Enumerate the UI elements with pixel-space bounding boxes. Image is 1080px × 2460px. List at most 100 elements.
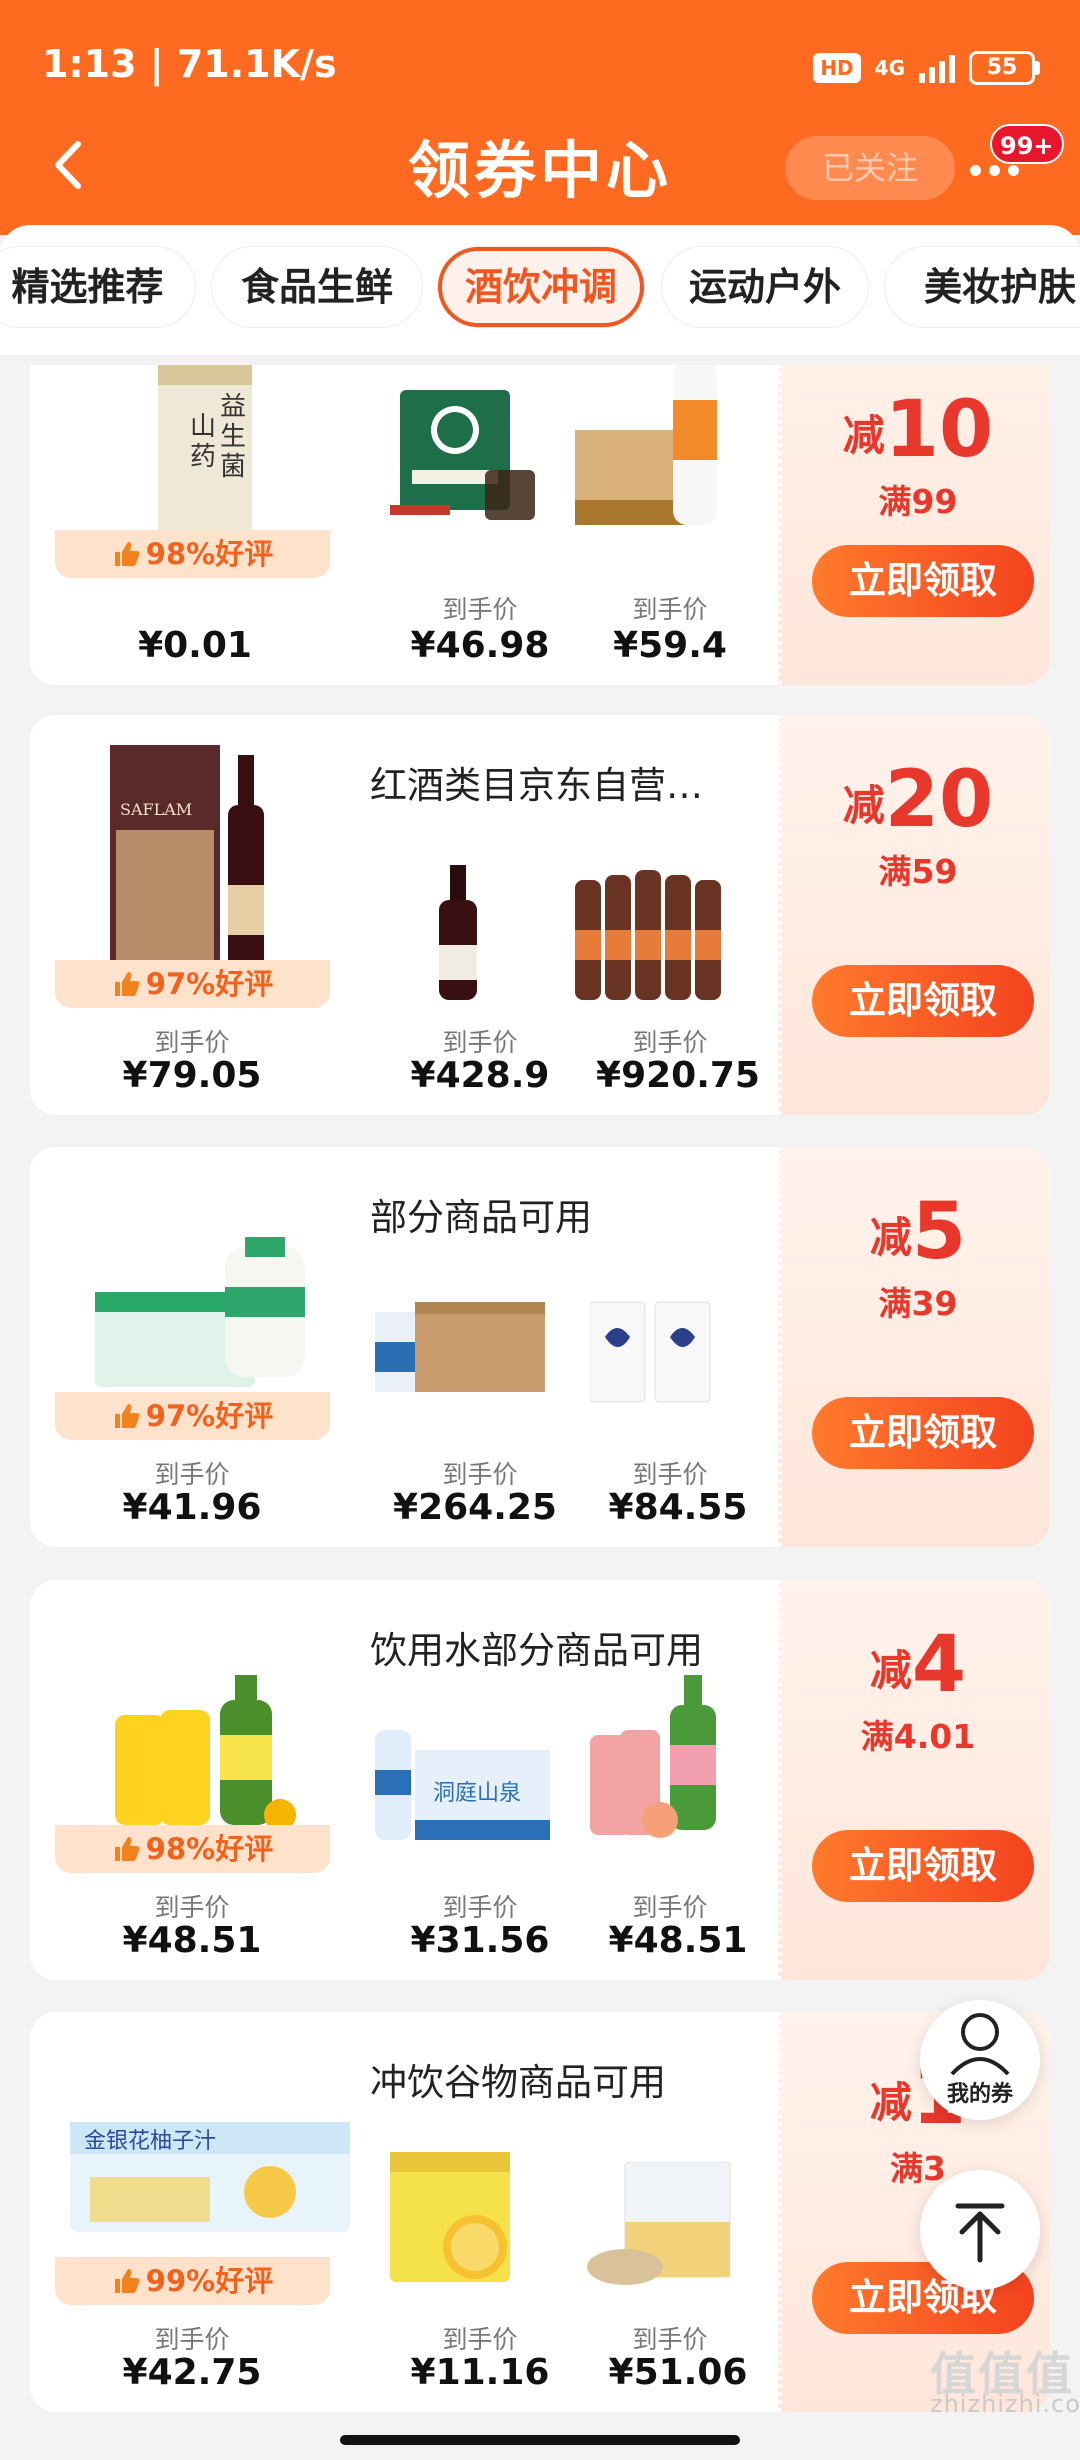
tab-jingxuan[interactable]: 精选推荐 — [0, 247, 195, 327]
price-value: ¥920.75 — [596, 1055, 760, 1096]
dot-icon — [1008, 164, 1019, 176]
price-value: ¥84.55 — [608, 1487, 748, 1528]
battery-level: 55 — [969, 51, 1035, 85]
product-image[interactable]: 金银花柚子汁 — [70, 2122, 350, 2241]
svg-text:生: 生 — [220, 422, 246, 452]
svg-text:益: 益 — [220, 392, 246, 422]
coupon-card: 饮用水部分商品可用 98%好评 洞庭山泉 到手价 到手价 到手价 ¥48.51 … — [30, 1580, 1050, 1980]
tab-food[interactable]: 食品生鲜 — [212, 247, 422, 327]
coupon-condition: 满4.01 — [860, 1717, 976, 1756]
coupon-stub: 减10 满99 立即领取 — [778, 365, 1050, 685]
product-image[interactable] — [590, 1675, 750, 1849]
status-icons: HD 4G 55 — [813, 48, 1040, 88]
card-products: 饮用水部分商品可用 98%好评 洞庭山泉 到手价 到手价 到手价 ¥48.51 … — [30, 1580, 778, 1980]
tab-beauty[interactable]: 美妆护肤 — [885, 247, 1080, 327]
rating-badge: 99%好评 — [55, 2257, 330, 2305]
price-value: ¥42.75 — [122, 2352, 262, 2393]
price-value: ¥79.05 — [122, 1055, 262, 1096]
price-value: ¥264.25 — [393, 1487, 557, 1528]
product-image[interactable] — [570, 860, 740, 1009]
price-value: ¥0.01 — [138, 625, 252, 666]
hd-icon: HD — [813, 53, 861, 83]
price-value: ¥48.51 — [122, 1920, 262, 1961]
rating-badge: 97%好评 — [55, 960, 330, 1008]
tab-drinks[interactable]: 酒饮冲调 — [438, 247, 644, 327]
coupon-amount: 减4 — [869, 1620, 967, 1710]
product-image[interactable] — [380, 2152, 530, 2296]
coupon-amount: 减20 — [842, 755, 994, 845]
product-image[interactable] — [95, 1237, 325, 1401]
card-title: 冲饮谷物商品可用 — [370, 2061, 666, 2104]
price-label: 到手价 — [154, 2325, 230, 2354]
message-count-badge: 99+ — [990, 124, 1064, 164]
price-label: 到手价 — [632, 595, 708, 624]
svg-text:山: 山 — [190, 412, 216, 442]
rating-badge: 97%好评 — [55, 1392, 330, 1440]
price-label: 到手价 — [442, 1028, 518, 1057]
coupon-card: 冲饮谷物商品可用 金银花柚子汁 99%好评 到手价 到手价 到手价 ¥42.75… — [30, 2012, 1050, 2412]
price-label: 到手价 — [442, 1893, 518, 1922]
claim-coupon-button[interactable]: 立即领取 — [812, 1397, 1034, 1469]
coupon-stub: 减4 满4.01 立即领取 — [778, 1580, 1050, 1980]
user-icon — [950, 2013, 1010, 2076]
coupon-amount: 减5 — [869, 1187, 967, 1277]
price-value: ¥51.06 — [608, 2352, 748, 2393]
price-label: 到手价 — [632, 1893, 708, 1922]
my-coupons-button[interactable]: 我的券 — [920, 2000, 1040, 2120]
price-label: 到手价 — [442, 1460, 518, 1489]
home-indicator[interactable] — [340, 2435, 740, 2445]
product-image[interactable] — [585, 2161, 735, 2296]
price-value: ¥46.98 — [410, 625, 550, 666]
card-title: 部分商品可用 — [370, 1196, 592, 1239]
price-value: ¥31.56 — [410, 1920, 550, 1961]
coupon-card: 部分商品可用 97%好评 到手价 到手价 到手价 ¥41.96 ¥264.25 … — [30, 1147, 1050, 1547]
price-value: ¥11.16 — [410, 2352, 550, 2393]
product-image[interactable] — [575, 365, 725, 534]
product-image[interactable] — [375, 1302, 555, 1406]
coupon-condition: 满59 — [878, 852, 958, 891]
card-title: 饮用水部分商品可用 — [370, 1629, 703, 1672]
back-to-top-button[interactable] — [920, 2170, 1040, 2290]
price-label: 到手价 — [632, 2325, 708, 2354]
product-image[interactable]: 山 药 益 生 菌 — [150, 365, 260, 544]
price-label: 到手价 — [154, 1028, 230, 1057]
price-label: 到手价 — [154, 1460, 230, 1489]
card-products: 部分商品可用 97%好评 到手价 到手价 到手价 ¥41.96 ¥264.25 … — [30, 1147, 778, 1547]
price-value: ¥48.51 — [608, 1920, 748, 1961]
card-products: 红酒类目京东自营… SAFLAM 97%好评 到手价 到手价 到手价 ¥79.0… — [30, 715, 778, 1115]
header-bar: 1:13 | 71.1K/s HD 4G 55 领券中心 已关注 99+ — [0, 0, 1080, 235]
svg-text:SAFLAM: SAFLAM — [120, 800, 192, 819]
signal-icon — [919, 53, 955, 83]
claim-coupon-button[interactable]: 立即领取 — [812, 545, 1034, 617]
card-title: 红酒类目京东自营… — [370, 764, 703, 807]
price-value: ¥428.9 — [410, 1055, 550, 1096]
product-image[interactable] — [390, 390, 540, 529]
thumbs-up-icon — [112, 1829, 140, 1861]
card-products: 山 药 益 生 菌 98%好评 到手价 到手价 ¥0.01 ¥46.98 ¥59… — [30, 365, 778, 685]
follow-button[interactable]: 已关注 — [785, 136, 955, 200]
product-image[interactable] — [115, 1675, 315, 1834]
price-label: 到手价 — [442, 595, 518, 624]
dot-icon — [989, 164, 1000, 176]
rating-badge: 98%好评 — [55, 1825, 330, 1873]
claim-coupon-button[interactable]: 立即领取 — [812, 1830, 1034, 1902]
tab-sports[interactable]: 运动户外 — [662, 247, 868, 327]
svg-text:金银花柚子汁: 金银花柚子汁 — [84, 2129, 216, 2154]
coupon-condition: 满39 — [878, 1284, 958, 1323]
product-image[interactable] — [589, 1297, 720, 1411]
claim-coupon-button[interactable]: 立即领取 — [812, 965, 1034, 1037]
product-image[interactable]: 洞庭山泉 — [375, 1730, 555, 1854]
thumbs-up-icon — [112, 964, 140, 996]
thumbs-up-icon — [112, 534, 140, 566]
arrow-up-icon — [955, 2203, 1005, 2263]
coupon-amount: 减10 — [842, 385, 994, 475]
coupon-stub: 减5 满39 立即领取 — [778, 1147, 1050, 1547]
network-label: 4G — [874, 56, 905, 80]
rating-badge: 98%好评 — [55, 530, 330, 578]
card-products: 冲饮谷物商品可用 金银花柚子汁 99%好评 到手价 到手价 到手价 ¥42.75… — [30, 2012, 778, 2412]
status-time: 1:13 | 71.1K/s — [42, 42, 337, 86]
price-label: 到手价 — [632, 1460, 708, 1489]
product-image[interactable]: SAFLAM — [110, 745, 290, 974]
product-image[interactable] — [425, 865, 505, 1009]
coupon-condition: 满99 — [878, 482, 958, 521]
